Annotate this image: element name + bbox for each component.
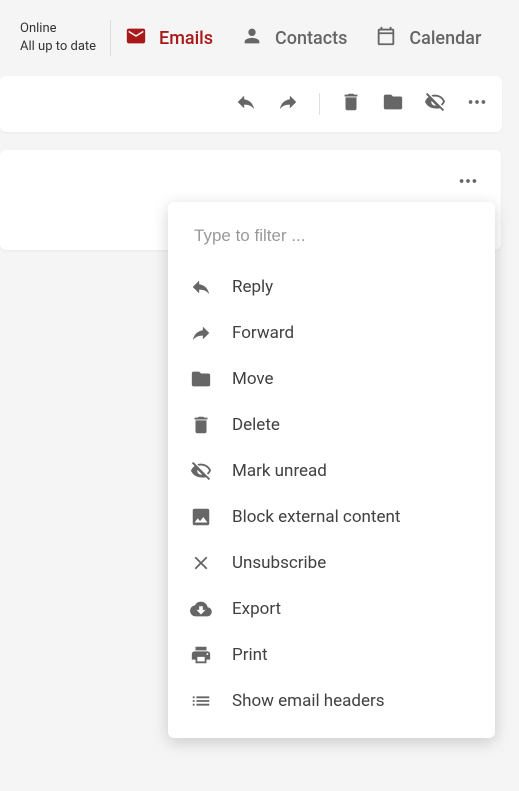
tab-calendar[interactable]: Calendar (375, 25, 481, 52)
menu-print[interactable]: Print (168, 632, 495, 678)
menu-show-headers[interactable]: Show email headers (168, 678, 495, 724)
menu-move[interactable]: Move (168, 356, 495, 402)
close-icon (190, 552, 212, 574)
forward-icon[interactable] (277, 91, 299, 117)
menu-export-label: Export (232, 599, 281, 619)
print-icon (190, 644, 212, 666)
folder-icon (190, 368, 212, 390)
menu-mark-unread-label: Mark unread (232, 461, 327, 481)
menu-unsubscribe[interactable]: Unsubscribe (168, 540, 495, 586)
menu-print-label: Print (232, 645, 268, 665)
calendar-icon (375, 25, 397, 52)
tab-emails[interactable]: Emails (125, 25, 213, 52)
tab-contacts-label: Contacts (275, 28, 347, 49)
person-icon (241, 25, 263, 52)
visibility-off-icon[interactable] (424, 91, 446, 117)
menu-export[interactable]: Export (168, 586, 495, 632)
mail-icon (125, 25, 147, 52)
menu-show-headers-label: Show email headers (232, 691, 385, 711)
menu-unsubscribe-label: Unsubscribe (232, 553, 326, 573)
connection-status: Online All up to date (12, 20, 111, 56)
toolbar-divider (319, 93, 320, 115)
reply-icon (190, 276, 212, 298)
tab-contacts[interactable]: Contacts (241, 25, 347, 52)
folder-icon[interactable] (382, 91, 404, 117)
image-icon (190, 506, 212, 528)
forward-icon (190, 322, 212, 344)
message-toolbar (0, 76, 502, 132)
trash-icon (190, 414, 212, 436)
menu-delete-label: Delete (232, 415, 280, 435)
menu-block-external[interactable]: Block external content (168, 494, 495, 540)
tab-calendar-label: Calendar (409, 28, 481, 49)
menu-mark-unread[interactable]: Mark unread (168, 448, 495, 494)
menu-move-label: Move (232, 369, 274, 389)
nav-tabs: Emails Contacts Calendar (125, 25, 481, 52)
menu-reply[interactable]: Reply (168, 264, 495, 310)
tab-emails-label: Emails (159, 28, 213, 49)
status-online: Online (20, 20, 96, 38)
menu-filter-input[interactable] (168, 212, 495, 264)
visibility-off-icon (190, 460, 212, 482)
menu-forward[interactable]: Forward (168, 310, 495, 356)
status-sync: All up to date (20, 38, 96, 56)
cloud-download-icon (190, 598, 212, 620)
reply-icon[interactable] (235, 91, 257, 117)
menu-delete[interactable]: Delete (168, 402, 495, 448)
menu-reply-label: Reply (232, 277, 273, 297)
top-header: Online All up to date Emails Contacts Ca… (0, 0, 519, 76)
list-icon (190, 690, 212, 712)
context-menu: Reply Forward Move Delete Mark unread Bl… (168, 202, 495, 738)
menu-forward-label: Forward (232, 323, 294, 343)
menu-block-external-label: Block external content (232, 507, 400, 527)
more-icon[interactable] (466, 91, 488, 117)
delete-icon[interactable] (340, 91, 362, 117)
